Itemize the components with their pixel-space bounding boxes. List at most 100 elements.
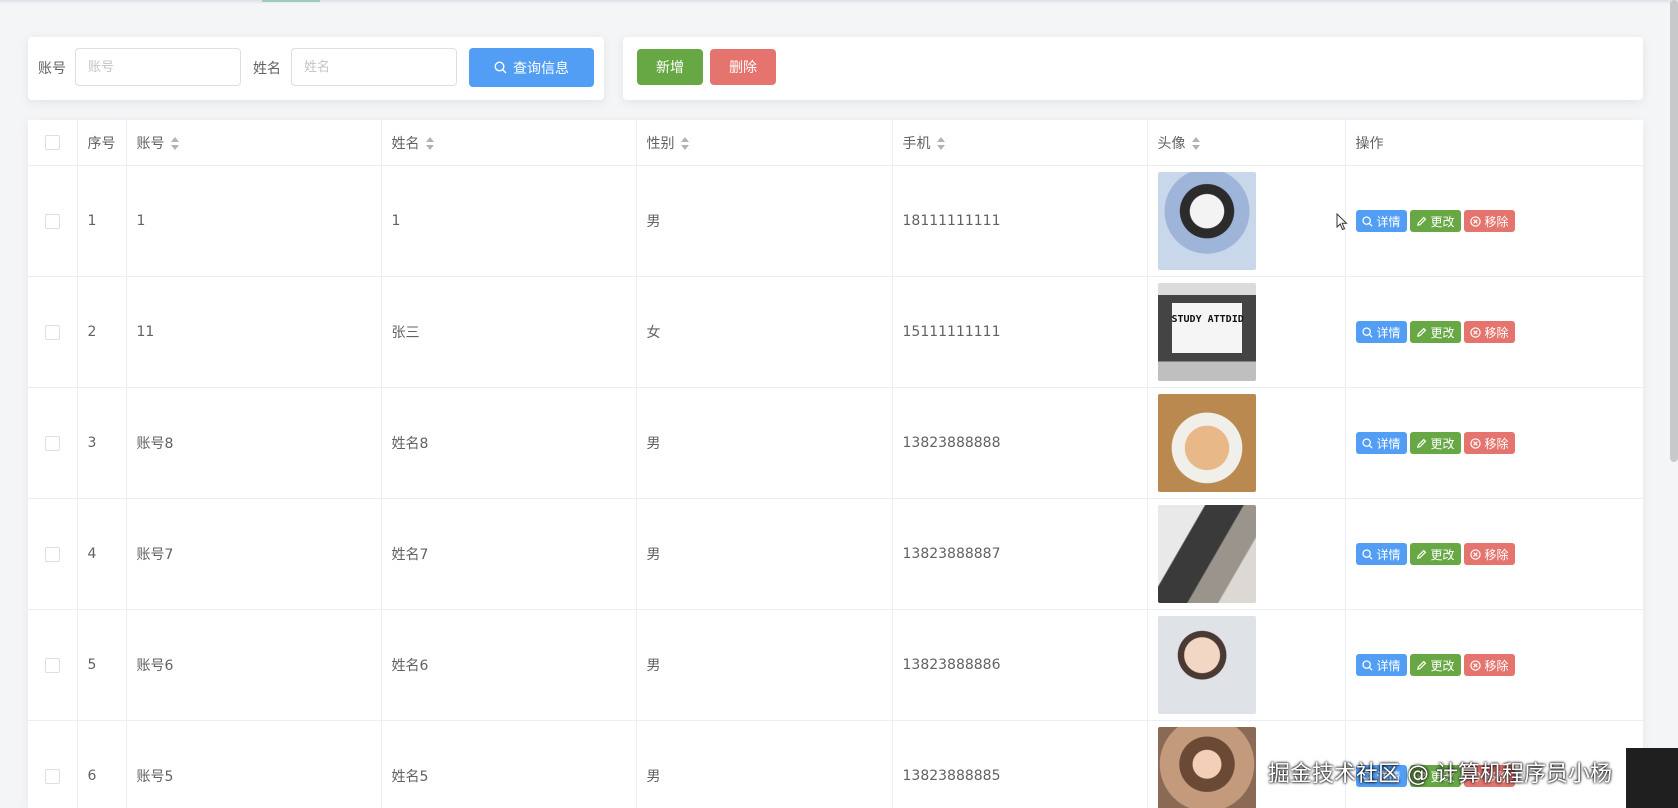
edit-button-label: 更改 xyxy=(1430,214,1455,229)
detail-button-label: 详情 xyxy=(1376,214,1401,229)
remove-icon xyxy=(1469,548,1481,560)
row-checkbox[interactable] xyxy=(44,768,60,784)
page-scrollbar[interactable] xyxy=(1670,0,1678,462)
header-account[interactable]: 账号 xyxy=(126,120,382,166)
search-button[interactable]: 查询信息 xyxy=(469,48,594,87)
detail-button[interactable]: 详情 xyxy=(1355,654,1407,676)
edit-icon xyxy=(1416,660,1426,670)
header-name[interactable]: 姓名 xyxy=(381,120,637,166)
header-account-label: 账号 xyxy=(136,135,165,152)
table-row: 1 1 1 男 18111111111 详情 更改 移除 xyxy=(28,165,1643,277)
cell-gender: 男 xyxy=(636,387,893,499)
row-select xyxy=(28,720,78,808)
cell-phone: 13823888886 xyxy=(892,609,1148,721)
avatar-image[interactable] xyxy=(1157,172,1256,270)
remove-button[interactable]: 移除 xyxy=(1463,543,1515,565)
search-icon xyxy=(1361,215,1373,227)
search-icon xyxy=(1361,659,1373,671)
cell-phone: 13823888888 xyxy=(892,387,1148,499)
avatar-image[interactable] xyxy=(1157,727,1256,808)
delete-button[interactable]: 删除 xyxy=(710,49,776,85)
remove-button-label: 移除 xyxy=(1484,325,1509,340)
detail-button-label: 详情 xyxy=(1376,436,1401,451)
remove-button[interactable]: 移除 xyxy=(1463,654,1515,676)
cell-account: 账号8 xyxy=(126,387,382,499)
edit-icon xyxy=(1416,327,1426,337)
edit-button[interactable]: 更改 xyxy=(1409,321,1461,343)
name-search-input[interactable] xyxy=(291,48,457,86)
cell-gender: 男 xyxy=(636,165,893,277)
sort-icon[interactable] xyxy=(680,137,689,150)
sort-icon[interactable] xyxy=(170,137,179,150)
cell-index: 1 xyxy=(77,165,127,277)
edit-button-label: 更改 xyxy=(1430,658,1455,673)
cell-avatar xyxy=(1147,165,1346,277)
search-icon xyxy=(1361,326,1373,338)
table-row: 2 11 张三 女 15111111111 STUDY ATTDID 详情 更改… xyxy=(28,276,1643,388)
remove-button[interactable]: 移除 xyxy=(1463,321,1515,343)
header-gender-label: 性别 xyxy=(646,135,675,152)
edit-button[interactable]: 更改 xyxy=(1409,654,1461,676)
detail-button-label: 详情 xyxy=(1376,547,1401,562)
cell-gender: 女 xyxy=(636,276,893,388)
search-icon xyxy=(1361,548,1373,560)
cell-avatar: STUDY ATTDID xyxy=(1147,276,1346,388)
cell-phone: 13823888887 xyxy=(892,498,1148,610)
active-tab-indicator xyxy=(262,0,320,2)
cell-avatar xyxy=(1147,498,1346,610)
edit-icon xyxy=(1416,438,1426,448)
avatar-image[interactable]: STUDY ATTDID xyxy=(1157,283,1256,381)
row-checkbox[interactable] xyxy=(44,213,60,229)
cell-operation: 详情 更改 移除 xyxy=(1345,609,1643,721)
sort-icon[interactable] xyxy=(425,137,434,150)
select-all-checkbox[interactable] xyxy=(44,135,60,150)
overlay-corner xyxy=(1626,748,1678,808)
remove-icon xyxy=(1469,215,1481,227)
avatar-image[interactable] xyxy=(1157,616,1256,714)
cell-operation: 详情 更改 移除 xyxy=(1345,165,1643,277)
row-select xyxy=(28,165,78,277)
header-avatar[interactable]: 头像 xyxy=(1147,120,1346,166)
sort-icon[interactable] xyxy=(936,137,945,150)
remove-icon xyxy=(1469,659,1481,671)
detail-button-label: 详情 xyxy=(1376,325,1401,340)
remove-button[interactable]: 移除 xyxy=(1463,432,1515,454)
row-checkbox[interactable] xyxy=(44,324,60,340)
cell-account: 账号5 xyxy=(126,720,382,808)
edit-button[interactable]: 更改 xyxy=(1409,543,1461,565)
detail-button[interactable]: 详情 xyxy=(1355,210,1407,232)
cell-name: 姓名7 xyxy=(381,498,637,610)
row-select xyxy=(28,387,78,499)
detail-button[interactable]: 详情 xyxy=(1355,543,1407,565)
header-gender[interactable]: 性别 xyxy=(636,120,893,166)
detail-button[interactable]: 详情 xyxy=(1355,432,1407,454)
avatar-image[interactable] xyxy=(1157,394,1256,492)
edit-button-label: 更改 xyxy=(1430,547,1455,562)
detail-button[interactable]: 详情 xyxy=(1355,321,1407,343)
cell-operation: 详情 更改 移除 xyxy=(1345,498,1643,610)
avatar-screen-text: STUDY ATTDID xyxy=(1171,303,1244,353)
table-header-row: 序号 账号 姓名 性别 手机 头像 操作 xyxy=(28,120,1643,166)
cell-operation: 详情 更改 移除 xyxy=(1345,387,1643,499)
edit-button[interactable]: 更改 xyxy=(1409,432,1461,454)
cell-index: 2 xyxy=(77,276,127,388)
cell-name: 姓名5 xyxy=(381,720,637,808)
sort-icon[interactable] xyxy=(1191,137,1200,150)
cell-index: 3 xyxy=(77,387,127,499)
cell-avatar xyxy=(1147,387,1346,499)
row-checkbox[interactable] xyxy=(44,546,60,562)
table-row: 4 账号7 姓名7 男 13823888887 详情 更改 移除 xyxy=(28,498,1643,610)
edit-button[interactable]: 更改 xyxy=(1409,210,1461,232)
row-checkbox[interactable] xyxy=(44,435,60,451)
account-search-input[interactable] xyxy=(75,48,241,86)
cell-gender: 男 xyxy=(636,498,893,610)
cell-name: 姓名6 xyxy=(381,609,637,721)
table-row: 3 账号8 姓名8 男 13823888888 详情 更改 移除 xyxy=(28,387,1643,499)
row-checkbox[interactable] xyxy=(44,657,60,673)
header-phone[interactable]: 手机 xyxy=(892,120,1148,166)
cell-account: 账号6 xyxy=(126,609,382,721)
add-button[interactable]: 新增 xyxy=(637,49,703,85)
header-select-all xyxy=(28,120,78,166)
avatar-image[interactable] xyxy=(1157,505,1256,603)
remove-button[interactable]: 移除 xyxy=(1463,210,1515,232)
